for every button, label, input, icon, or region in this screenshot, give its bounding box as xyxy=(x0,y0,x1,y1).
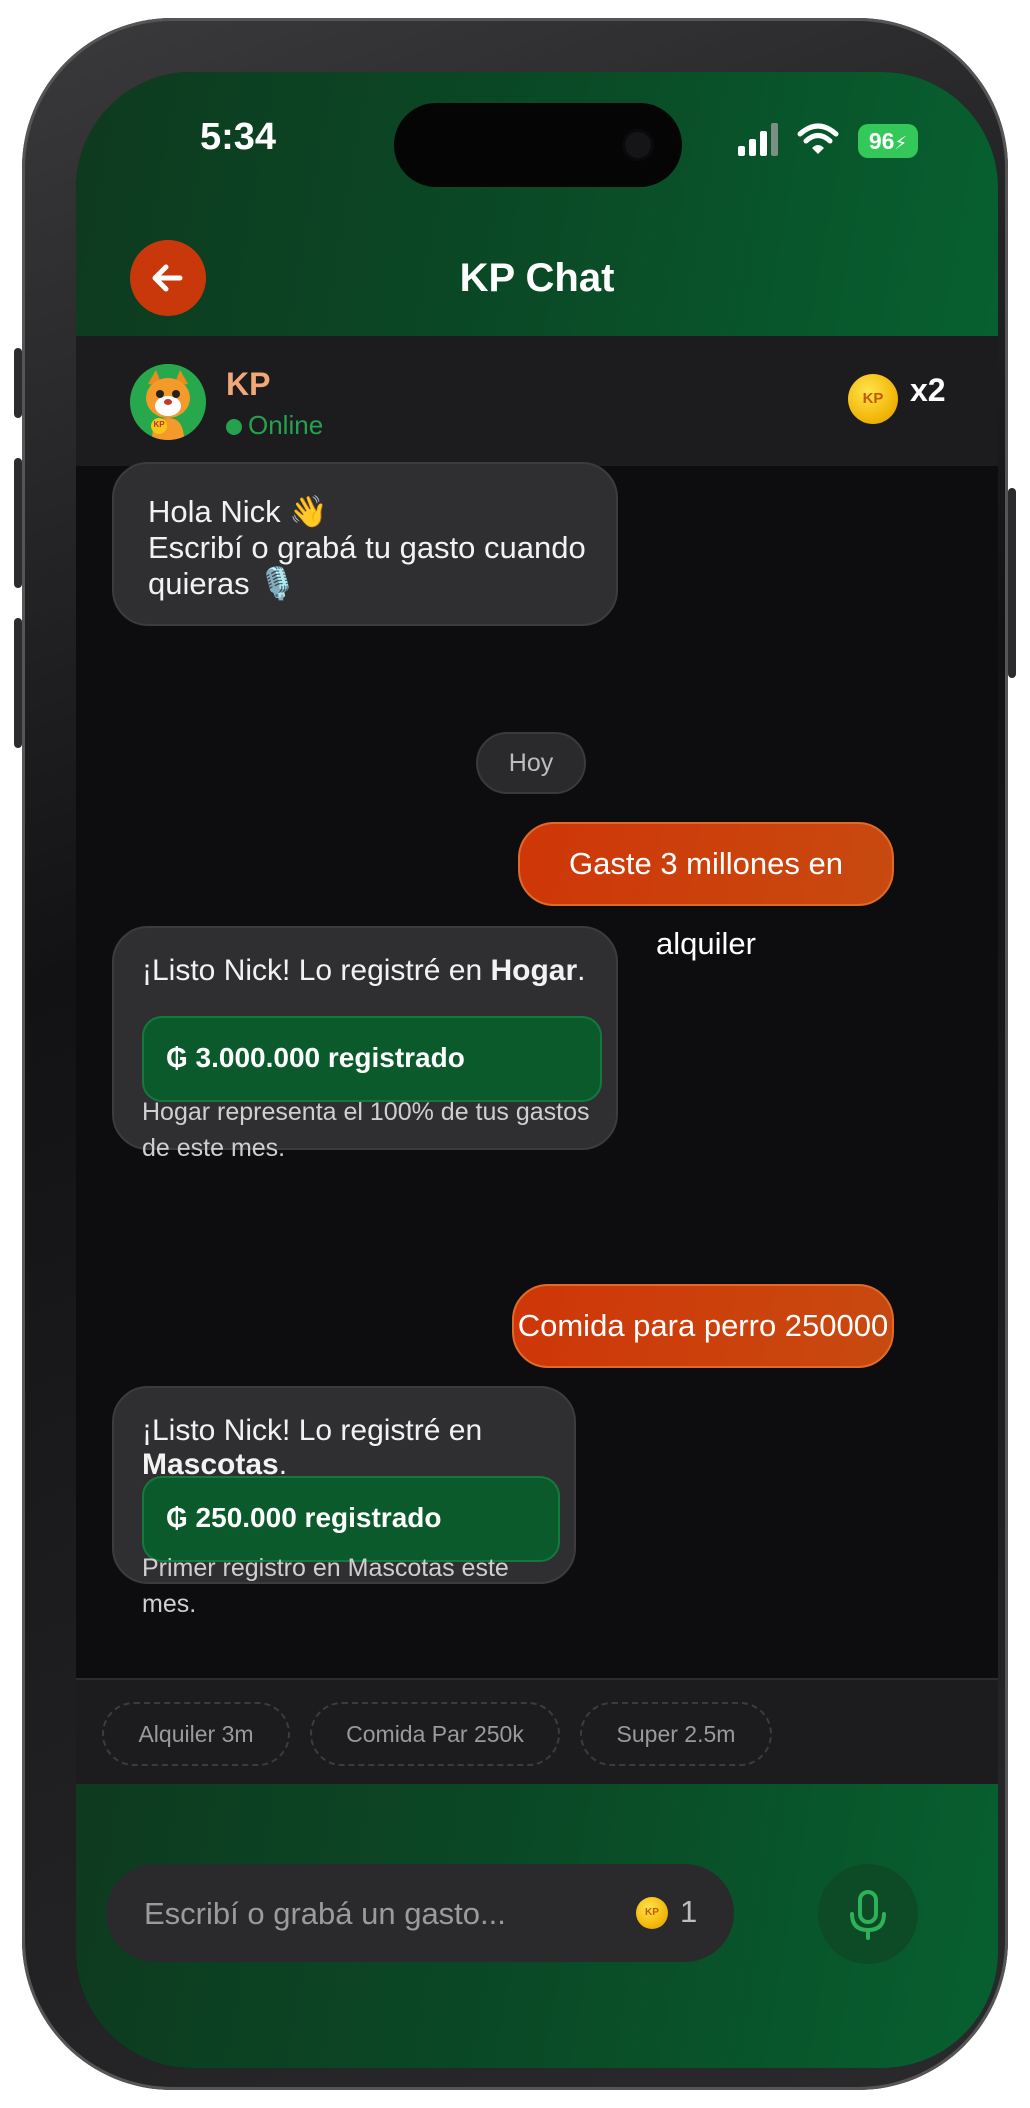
volume-down-button xyxy=(14,618,22,748)
message-suffix: . xyxy=(577,954,586,987)
quick-reply-chip[interactable]: Alquiler 3m xyxy=(102,1702,290,1766)
message-line: quieras 🎙️ xyxy=(148,566,297,601)
coin-label: KP xyxy=(862,390,884,407)
online-status: Online xyxy=(226,410,323,441)
online-status-label: Online xyxy=(248,410,324,440)
front-camera xyxy=(622,129,654,161)
cellular-signal-icon xyxy=(738,123,778,156)
composer-area: KP 1 xyxy=(76,1784,998,2068)
amount-badge: ₲ 3.000.000 registrado xyxy=(142,1016,602,1102)
message-input-container: KP 1 xyxy=(106,1864,734,1964)
kp-coin-icon: KP xyxy=(636,1897,668,1929)
contact-name: KP xyxy=(226,366,271,402)
coin-multiplier: x2 xyxy=(910,372,946,408)
message-input[interactable] xyxy=(142,1864,616,1964)
message-note: Primer registro en Mascotas este mes. xyxy=(142,1554,509,1618)
message-prefix: ¡Listo Nick! Lo registré en xyxy=(142,954,491,987)
user-message: Gaste 3 millones en alquiler xyxy=(518,822,894,961)
cat-mascot-icon xyxy=(130,364,206,440)
status-bar: 5:34 96⚡ xyxy=(76,72,998,202)
record-button[interactable] xyxy=(818,1864,918,1964)
wifi-icon xyxy=(797,123,839,154)
page-title: KP Chat xyxy=(459,256,615,300)
coin-cost: 1 xyxy=(680,1894,698,1929)
message-line: Hola Nick 👋 xyxy=(148,494,328,529)
battery-level: 96 xyxy=(868,128,895,154)
volume-up-button xyxy=(14,458,22,588)
message-note: Hogar representa el 100% de tus gastos d… xyxy=(142,1098,590,1162)
app-header: 5:34 96⚡ KP Chat xyxy=(76,72,998,336)
action-button xyxy=(14,348,22,418)
quick-replies: Alquiler 3m Comida Par 250k Super 2.5m xyxy=(76,1678,998,1786)
message-text: ¡Listo Nick! Lo registré en Mascotas. xyxy=(142,1414,574,1482)
screen: 5:34 96⚡ KP Chat KP KP Online KP x2 Hola… xyxy=(76,72,998,2068)
power-button xyxy=(1008,488,1016,678)
kp-coin-icon: KP xyxy=(848,374,898,424)
avatar-badge: KP xyxy=(153,420,165,429)
bot-message: ¡Listo Nick! Lo registré en Mascotas. ₲ … xyxy=(112,1386,576,1618)
date-separator: Hoy xyxy=(476,732,586,794)
contact-bar: KP KP Online KP x2 xyxy=(76,336,998,468)
avatar[interactable]: KP xyxy=(130,364,206,440)
coin-label: KP xyxy=(645,1907,659,1918)
battery-indicator: 96⚡ xyxy=(858,124,918,158)
chat-area[interactable]: Hola Nick 👋 Escribí o grabá tu gasto cua… xyxy=(76,462,998,1678)
microphone-icon xyxy=(850,1890,886,1940)
quick-reply-chip[interactable]: Super 2.5m xyxy=(580,1702,772,1766)
status-time: 5:34 xyxy=(200,116,277,158)
user-message: Comida para perro 250000 xyxy=(512,1284,894,1368)
message-prefix: ¡Listo Nick! Lo registré en xyxy=(142,1414,483,1447)
message-line: Escribí o grabá tu gasto cuando xyxy=(148,530,586,565)
quick-reply-chip[interactable]: Comida Par 250k xyxy=(310,1702,560,1766)
online-dot-icon xyxy=(226,419,242,435)
bot-message: ¡Listo Nick! Lo registré en Hogar. ₲ 3.0… xyxy=(112,926,618,1162)
category-name: Hogar xyxy=(490,954,578,987)
phone-frame: 5:34 96⚡ KP Chat KP KP Online KP x2 Hola… xyxy=(14,18,1016,2090)
message-text: ¡Listo Nick! Lo registré en Hogar. xyxy=(142,954,586,988)
charging-bolt-icon: ⚡ xyxy=(894,133,908,153)
bot-message: Hola Nick 👋 Escribí o grabá tu gasto cua… xyxy=(112,462,618,626)
